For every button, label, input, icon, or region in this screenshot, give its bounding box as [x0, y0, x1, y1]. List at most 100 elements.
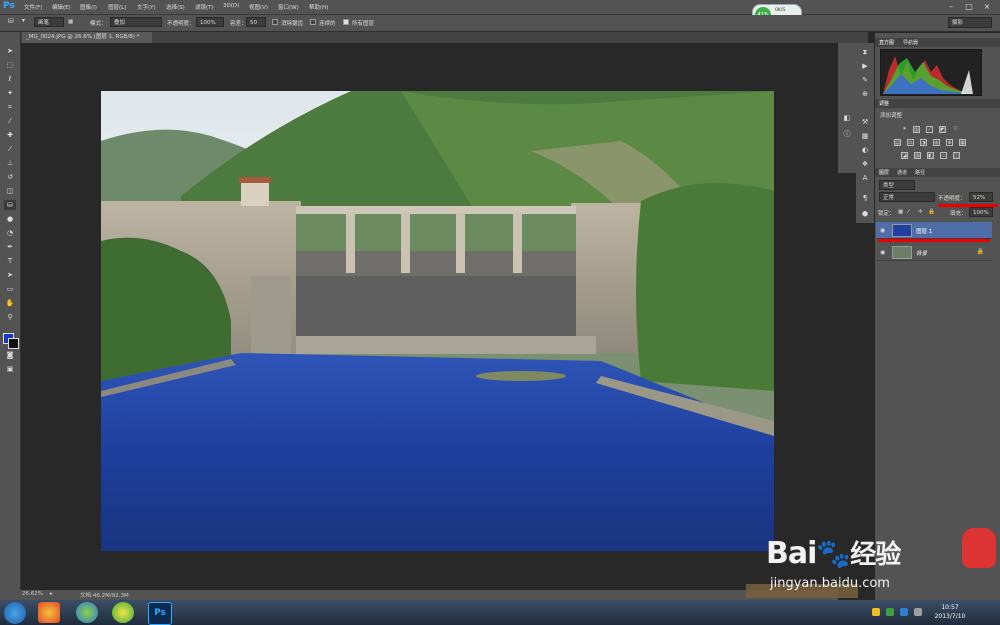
levels-icon[interactable]: ▥	[913, 126, 920, 133]
menu-help[interactable]: 帮助(H)	[309, 3, 328, 11]
3d-panel-icon[interactable]: ⬢	[860, 209, 870, 219]
path-selection-tool-icon[interactable]: ➤	[4, 270, 16, 280]
minimize-button[interactable]: –	[946, 2, 956, 12]
curves-icon[interactable]: ⁄	[926, 126, 933, 133]
menu-filter[interactable]: 滤镜(T)	[195, 3, 214, 11]
layer-fill-input[interactable]: 100%	[969, 207, 993, 217]
document-image[interactable]	[101, 91, 774, 551]
layer-opacity-input[interactable]: 52%	[969, 192, 993, 202]
tab-layers[interactable]: 图层	[879, 169, 889, 176]
taskbar-app-pinwheel-icon[interactable]	[38, 602, 60, 623]
photo-filter-icon[interactable]: ◍	[933, 139, 940, 146]
layer-filter-kind-select[interactable]: 类型	[879, 180, 915, 190]
paragraph-icon[interactable]: ¶	[860, 193, 870, 203]
pattern-icon[interactable]: ▦	[68, 19, 73, 25]
selective-color-icon[interactable]: ◫	[953, 152, 960, 159]
shape-tool-icon[interactable]: ▭	[4, 284, 16, 294]
visibility-eye-icon[interactable]: ◉	[880, 227, 885, 234]
color-lookup-icon[interactable]: ▦	[959, 139, 966, 146]
layer-row-1[interactable]: ◉ 图层 1	[876, 222, 992, 239]
quick-mask-icon[interactable]: ◙	[4, 350, 16, 360]
menu-type[interactable]: 文字(Y)	[137, 3, 156, 11]
zoom-level[interactable]: 26.62%	[22, 591, 43, 597]
exposure-icon[interactable]: ◩	[939, 126, 946, 133]
taskbar-app-security-icon[interactable]	[112, 602, 134, 623]
antialias-checkbox[interactable]	[272, 19, 278, 25]
background-color-swatch[interactable]	[8, 338, 19, 349]
eraser-tool-icon[interactable]: ◫	[4, 186, 16, 196]
magic-wand-tool-icon[interactable]: ✦	[4, 88, 16, 98]
menu-edit[interactable]: 编辑(E)	[52, 3, 71, 11]
mode-select[interactable]: 叠加	[110, 17, 162, 27]
styles-icon[interactable]: ❖	[860, 159, 870, 169]
menu-layer[interactable]: 图层(L)	[108, 3, 126, 11]
brightness-icon[interactable]: ☀	[901, 126, 908, 133]
healing-brush-tool-icon[interactable]: ✚	[4, 130, 16, 140]
workspace-select[interactable]: 摄影	[948, 17, 992, 28]
tray-shield-icon[interactable]	[886, 608, 894, 616]
hue-saturation-icon[interactable]: ▤	[894, 139, 901, 146]
black-white-icon[interactable]: ◑	[920, 139, 927, 146]
close-button[interactable]: ×	[982, 2, 992, 12]
clone-source-icon[interactable]: ⊕	[860, 89, 870, 99]
document-tab[interactable]: _MG_0024.JPG @ 26.6% (图层 1, RGB/8) *	[22, 32, 152, 43]
actions-play-icon[interactable]: ▶	[860, 61, 870, 71]
tool-preset-dropdown-icon[interactable]: ▾	[22, 17, 25, 24]
tab-channels[interactable]: 通道	[897, 169, 907, 176]
blur-tool-icon[interactable]: ●	[4, 214, 16, 224]
character-icon[interactable]: A	[860, 173, 870, 183]
fill-source-select[interactable]: 画笔	[34, 17, 64, 27]
paint-bucket-icon[interactable]: ⛁	[8, 17, 14, 25]
tool-presets-icon[interactable]: ⚒	[860, 117, 870, 127]
channel-mixer-icon[interactable]: ⊕	[946, 139, 953, 146]
swatches-icon[interactable]: ▦	[860, 131, 870, 141]
tab-navigator[interactable]: 导航器	[903, 39, 918, 46]
tolerance-input[interactable]: 50	[246, 17, 266, 27]
menu-image[interactable]: 图像(I)	[80, 3, 97, 11]
gradient-map-icon[interactable]: ▭	[940, 152, 947, 159]
eyedropper-tool-icon[interactable]: ⁄	[4, 116, 16, 126]
menu-window[interactable]: 窗口(W)	[278, 3, 299, 11]
type-tool-icon[interactable]: T	[4, 256, 16, 266]
color-balance-icon[interactable]: ⚖	[907, 139, 914, 146]
threshold-icon[interactable]: ◧	[927, 152, 934, 159]
screen-mode-icon[interactable]: ▣	[4, 364, 16, 374]
menu-file[interactable]: 文件(F)	[24, 3, 42, 11]
color-icon[interactable]: ◐	[860, 145, 870, 155]
layer-blend-mode-select[interactable]: 正常	[879, 192, 935, 202]
all-layers-checkbox[interactable]	[343, 19, 349, 25]
posterize-icon[interactable]: ▨	[914, 152, 921, 159]
hand-tool-icon[interactable]: ✋	[4, 298, 16, 308]
history-brush-tool-icon[interactable]: ↺	[4, 172, 16, 182]
marquee-tool-icon[interactable]: ⬚	[4, 60, 16, 70]
tab-adjustments[interactable]: 调整	[879, 100, 889, 107]
lock-pixels-icon[interactable]: ⁄	[908, 209, 909, 215]
dodge-tool-icon[interactable]: ◔	[4, 228, 16, 238]
brush-tool-icon[interactable]: ⁄	[4, 144, 16, 154]
invert-icon[interactable]: ◪	[901, 152, 908, 159]
lock-all-icon[interactable]: 🔒	[928, 209, 935, 215]
clone-stamp-tool-icon[interactable]: ⊥	[4, 158, 16, 168]
crop-tool-icon[interactable]: ⌗	[4, 102, 16, 112]
properties-icon[interactable]: ◧	[842, 113, 852, 123]
start-button[interactable]	[4, 602, 26, 624]
taskbar-app-browser-icon[interactable]	[76, 602, 98, 623]
info-icon[interactable]: ⓘ	[842, 129, 852, 139]
zoom-tool-icon[interactable]: ⚲	[4, 312, 16, 322]
status-menu-icon[interactable]: ▸	[50, 591, 53, 597]
lock-position-icon[interactable]: ✛	[918, 209, 923, 215]
lasso-tool-icon[interactable]: ℓ	[4, 74, 16, 84]
contiguous-checkbox[interactable]	[310, 19, 316, 25]
system-clock[interactable]: 10:57 2013/7/10	[930, 603, 970, 623]
vibrance-icon[interactable]: ▽	[952, 126, 959, 133]
move-tool-icon[interactable]: ➤	[4, 46, 16, 56]
opacity-input[interactable]: 100%	[196, 17, 224, 27]
tray-network-icon[interactable]	[900, 608, 908, 616]
visibility-eye-icon[interactable]: ◉	[880, 249, 885, 256]
tab-paths[interactable]: 路径	[915, 169, 925, 176]
menu-select[interactable]: 选择(S)	[166, 3, 185, 11]
tray-icon-1[interactable]	[872, 608, 880, 616]
tray-volume-icon[interactable]	[914, 608, 922, 616]
brush-panel-icon[interactable]: ✎	[860, 75, 870, 85]
history-icon[interactable]: ⧗	[860, 47, 870, 57]
